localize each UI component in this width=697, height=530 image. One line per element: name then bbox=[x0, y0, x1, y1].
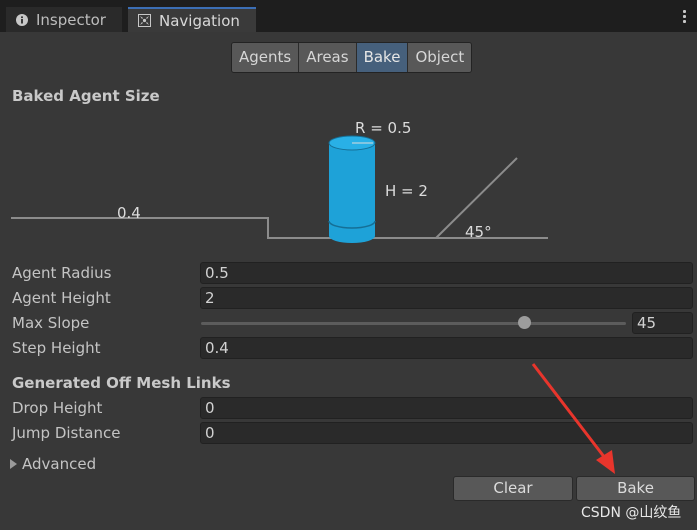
max-slope-field[interactable]: 45 bbox=[632, 312, 693, 334]
tab-inspector[interactable]: Inspector bbox=[6, 7, 122, 32]
agent-height-label: Agent Height bbox=[12, 289, 111, 307]
tab-navigation[interactable]: Navigation bbox=[128, 7, 256, 32]
max-slope-label: Max Slope bbox=[12, 314, 90, 332]
subtab-bake[interactable]: Bake bbox=[356, 43, 409, 72]
agent-size-diagram: R = 0.5 H = 2 0.4 45° bbox=[11, 119, 548, 243]
off-mesh-links-title: Generated Off Mesh Links bbox=[12, 374, 231, 392]
step-label: 0.4 bbox=[117, 204, 141, 222]
step-height-label: Step Height bbox=[12, 339, 101, 357]
subtab-agents[interactable]: Agents bbox=[232, 43, 300, 72]
window-tab-bar: Inspector Navigation bbox=[0, 0, 697, 32]
radius-label: R = 0.5 bbox=[355, 119, 411, 137]
clear-button[interactable]: Clear bbox=[453, 476, 573, 501]
tab-inspector-label: Inspector bbox=[36, 10, 106, 29]
subtab-areas[interactable]: Areas bbox=[299, 43, 357, 72]
slope-label: 45° bbox=[465, 223, 492, 241]
jump-distance-field[interactable]: 0 bbox=[200, 422, 693, 444]
max-slope-slider-track[interactable] bbox=[201, 322, 626, 325]
baked-agent-size-title: Baked Agent Size bbox=[12, 87, 160, 105]
watermark: CSDN @山纹鱼 bbox=[581, 505, 682, 521]
step-height-field[interactable]: 0.4 bbox=[200, 337, 693, 359]
info-icon bbox=[16, 13, 28, 26]
more-options-icon[interactable] bbox=[683, 10, 687, 25]
drop-height-field[interactable]: 0 bbox=[200, 397, 693, 419]
height-label: H = 2 bbox=[385, 182, 428, 200]
subtab-object[interactable]: Object bbox=[408, 43, 472, 72]
agent-radius-label: Agent Radius bbox=[12, 264, 112, 282]
jump-distance-label: Jump Distance bbox=[12, 424, 121, 442]
drop-height-label: Drop Height bbox=[12, 399, 103, 417]
tab-navigation-label: Navigation bbox=[159, 11, 240, 30]
navigation-icon bbox=[138, 14, 151, 27]
navigation-subtabs: Agents Areas Bake Object bbox=[231, 42, 473, 73]
max-slope-slider-thumb[interactable] bbox=[518, 316, 531, 329]
agent-radius-field[interactable]: 0.5 bbox=[200, 262, 693, 284]
advanced-foldout[interactable]: Advanced bbox=[10, 455, 96, 473]
advanced-label: Advanced bbox=[22, 455, 97, 473]
foldout-arrow-icon bbox=[10, 459, 17, 469]
agent-cylinder bbox=[328, 135, 376, 243]
agent-height-field[interactable]: 2 bbox=[200, 287, 693, 309]
bake-button[interactable]: Bake bbox=[576, 476, 695, 501]
